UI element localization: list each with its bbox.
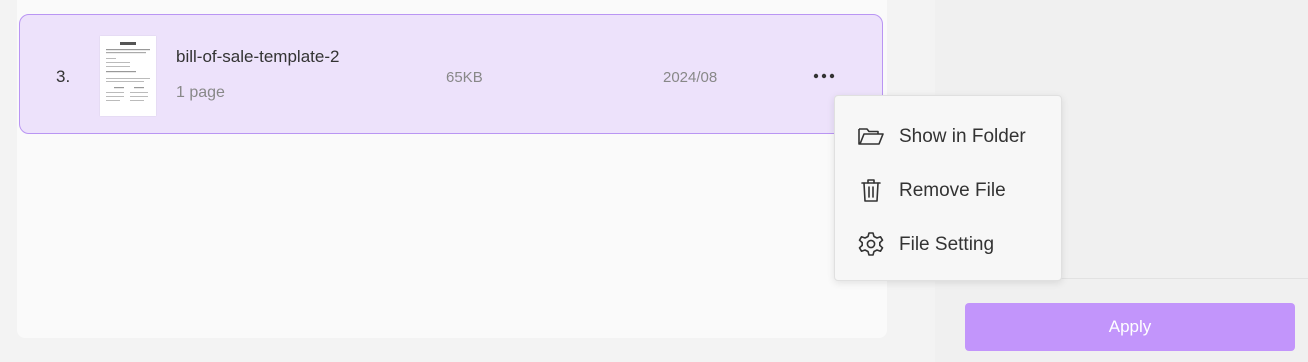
menu-item-file-setting[interactable]: File Setting	[835, 221, 1061, 267]
menu-item-show-in-folder[interactable]: Show in Folder	[835, 113, 1061, 159]
row-index: 3.	[56, 67, 71, 86]
file-row[interactable]: 3. bill-of-sale-template-2 1 page 65KB 2…	[19, 14, 883, 134]
menu-item-label: File Setting	[899, 234, 995, 255]
file-name: bill-of-sale-template-2	[176, 47, 340, 66]
trash-icon	[857, 177, 885, 203]
menu-item-remove-file[interactable]: Remove File	[835, 167, 1061, 213]
file-page-count: 1 page	[176, 84, 225, 101]
main-area: 3. bill-of-sale-template-2 1 page 65KB 2…	[0, 0, 935, 362]
menu-item-label: Remove File	[899, 180, 1006, 201]
more-horizontal-icon[interactable]	[810, 64, 838, 88]
more-options-button[interactable]	[810, 64, 838, 88]
context-menu: Show in Folder Remove File File Setting	[834, 95, 1062, 281]
apply-button[interactable]: Apply	[965, 303, 1295, 351]
file-size: 65KB	[446, 69, 483, 86]
menu-item-label: Show in Folder	[899, 126, 1026, 147]
file-thumbnail	[100, 36, 156, 116]
file-date: 2024/08	[663, 69, 718, 86]
folder-open-icon	[857, 123, 885, 149]
gear-icon	[857, 231, 885, 257]
